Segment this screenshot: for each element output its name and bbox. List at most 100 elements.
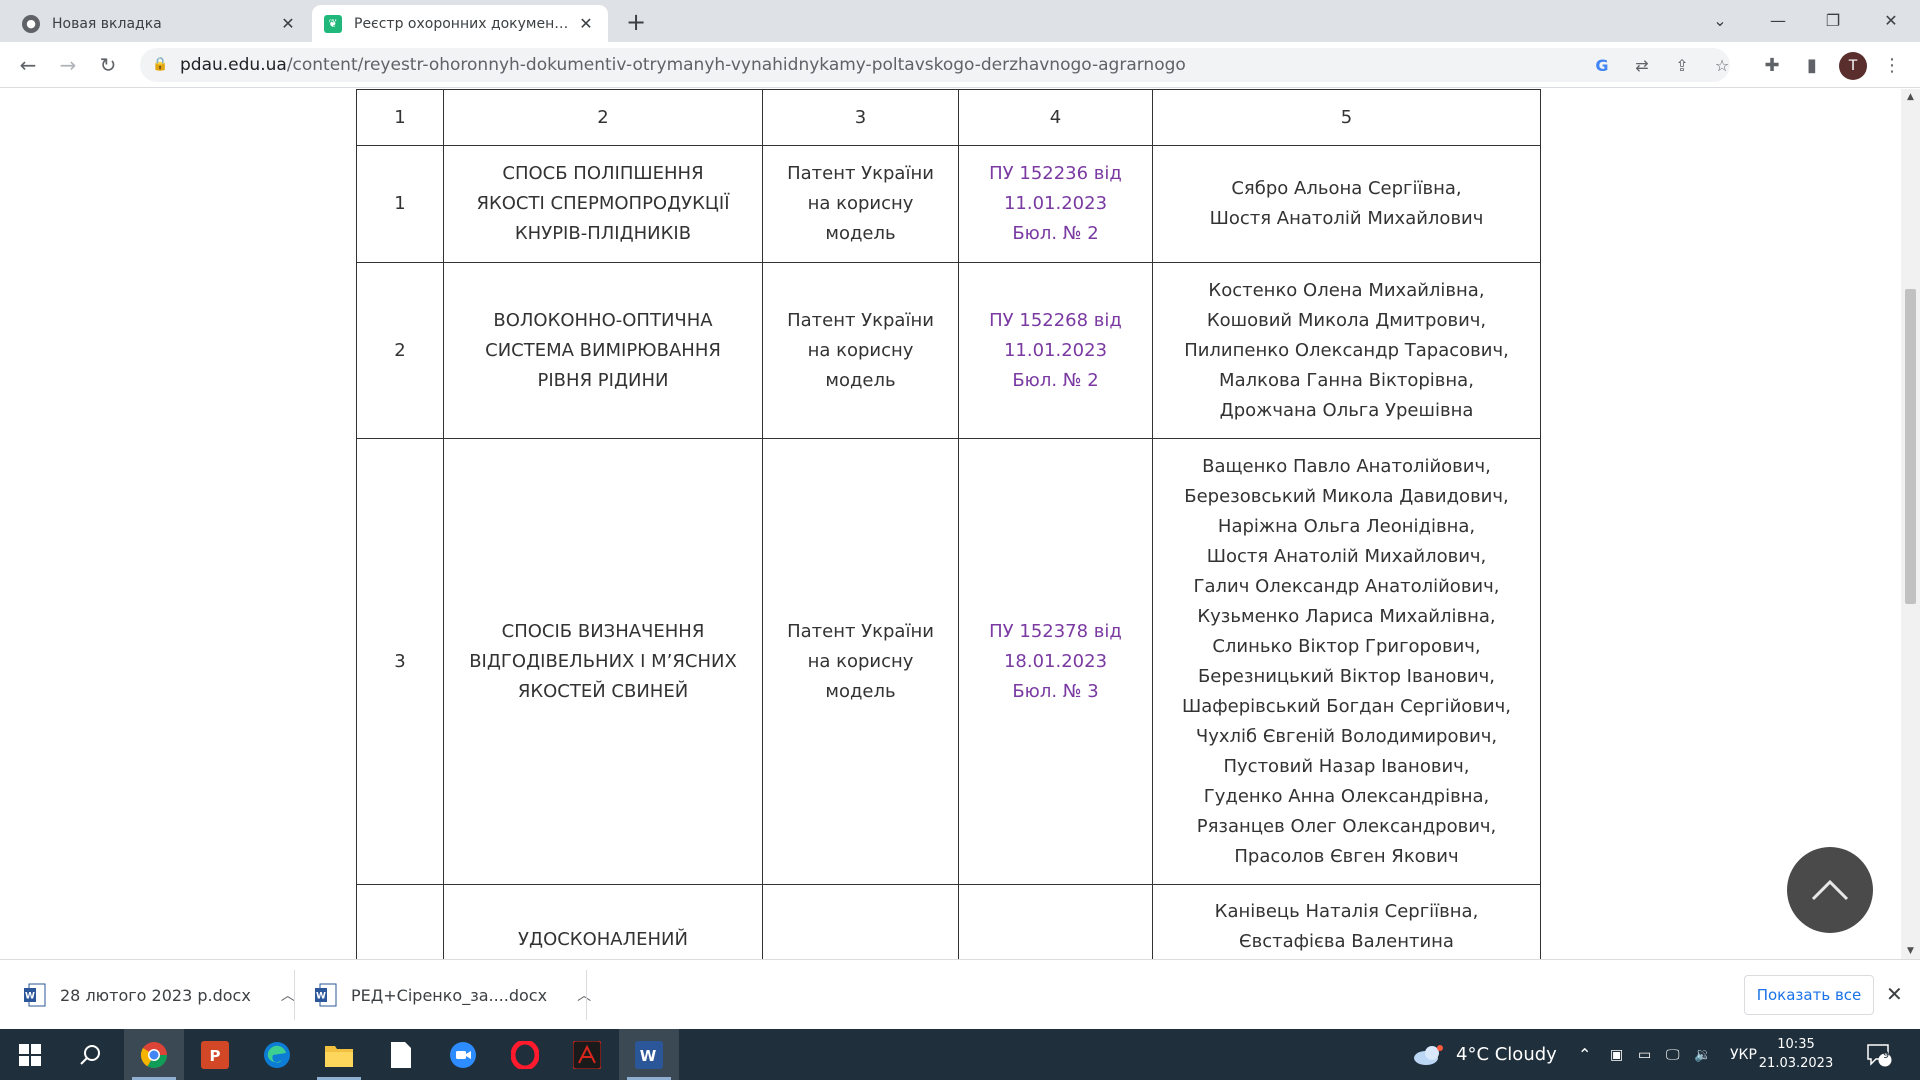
patent-number-link[interactable]: ПУ 152268 від 11.01.2023 Бюл. № 2 bbox=[958, 262, 1153, 439]
author-line: Євстафієва Валентина bbox=[1239, 931, 1454, 952]
url-path: /content/reyestr-ohoronnyh-dokumentiv-ot… bbox=[286, 55, 1186, 75]
forward-arrow-icon[interactable]: → bbox=[52, 49, 84, 81]
close-window-button[interactable]: ✕ bbox=[1866, 0, 1916, 40]
invention-title: СПОСІБ ВИЗНАЧЕННЯ ВІДГОДІВЕЛЬНИХ І М’ЯСНИ… bbox=[443, 438, 763, 885]
notepad-icon[interactable] bbox=[371, 1029, 431, 1080]
notifications-icon[interactable]: 9 bbox=[1866, 1029, 1892, 1080]
author-line: Кошовий Микола Дмитрович, bbox=[1206, 309, 1487, 331]
tab-search-chevron-icon[interactable]: ⌄ bbox=[1695, 0, 1745, 40]
close-downloads-icon[interactable]: ✕ bbox=[1886, 982, 1903, 1006]
column-number: 2 bbox=[443, 89, 763, 146]
download-item[interactable]: W РЕД+Сіренко_за....docx ︿ bbox=[315, 960, 591, 1030]
language-indicator[interactable]: УКР bbox=[1730, 1029, 1757, 1080]
scroll-to-top-button[interactable] bbox=[1787, 847, 1873, 933]
word-taskbar-icon[interactable]: W bbox=[619, 1029, 679, 1080]
file-explorer-icon[interactable] bbox=[309, 1029, 369, 1080]
chrome-icon: ● bbox=[22, 14, 40, 33]
back-arrow-icon[interactable]: ← bbox=[12, 49, 44, 81]
table-row: 1 СПОСБ ПОЛІПШЕННЯ ЯКОСТІ СПЕРМОПРОДУКЦІЇ… bbox=[356, 145, 1541, 263]
word-doc-icon: W bbox=[315, 983, 337, 1007]
close-tab-icon[interactable]: ✕ bbox=[576, 14, 596, 34]
profile-avatar[interactable]: T bbox=[1839, 52, 1867, 80]
new-tab-button[interactable]: + bbox=[622, 8, 650, 36]
doc-line: 11.01.2023 bbox=[1003, 339, 1108, 361]
tray-chevron-up-icon[interactable]: ⌃ bbox=[1578, 1029, 1591, 1080]
download-filename: 28 лютого 2023 р.docx bbox=[60, 985, 251, 1005]
address-bar[interactable]: 🔒 pdau.edu.ua/content/reyestr-ohoronnyh-… bbox=[140, 48, 1730, 82]
minimize-button[interactable]: — bbox=[1753, 0, 1803, 40]
search-icon[interactable] bbox=[60, 1029, 120, 1080]
tab-new-tab[interactable]: ● Новая вкладка ✕ bbox=[10, 5, 310, 42]
opera-icon[interactable] bbox=[495, 1029, 555, 1080]
download-item[interactable]: W 28 лютого 2023 р.docx ︿ bbox=[24, 960, 295, 1030]
notification-count: 9 bbox=[1882, 1050, 1890, 1061]
page-viewport: 1 2 3 4 5 1 СПОСБ ПОЛІПШЕННЯ ЯКОСТІ СПЕРМ… bbox=[0, 89, 1901, 959]
site-leaf-icon: ❦ bbox=[324, 14, 342, 33]
author-line: Шаферівський Богдан Сергійович, bbox=[1182, 695, 1511, 717]
patent-number-link bbox=[958, 884, 1153, 959]
svg-text:W: W bbox=[316, 992, 326, 1002]
acrobat-icon[interactable] bbox=[557, 1029, 617, 1080]
doc-line: 11.01.2023 bbox=[1003, 193, 1108, 214]
windows-start-icon[interactable] bbox=[0, 1029, 60, 1080]
tab-strip: ● Новая вкладка ✕ ❦ Реєстр охоронних док… bbox=[0, 0, 1920, 42]
author-line: Прасолов Євген Якович bbox=[1234, 845, 1459, 867]
battery-icon[interactable]: ▭ bbox=[1638, 1029, 1651, 1080]
network-icon[interactable]: 🖵 bbox=[1666, 1029, 1680, 1080]
side-panel-icon[interactable]: ▮ bbox=[1796, 49, 1828, 81]
doc-line: ПУ 152236 від bbox=[989, 163, 1122, 184]
magnifier-icon bbox=[80, 1044, 100, 1065]
clock[interactable]: 10:35 21.03.2023 bbox=[1756, 1035, 1836, 1073]
scroll-down-arrow-icon[interactable]: ▼ bbox=[1901, 943, 1920, 959]
authors: Канівець Наталія Сергіївна, Євстафієва Ва… bbox=[1152, 884, 1541, 959]
chevron-up-icon[interactable]: ︿ bbox=[281, 985, 295, 1005]
cloud-icon bbox=[1414, 1044, 1443, 1065]
type-line: на корисну bbox=[807, 650, 914, 672]
bookmark-star-icon[interactable]: ☆ bbox=[1706, 48, 1738, 82]
show-all-button[interactable]: Показать все bbox=[1744, 975, 1874, 1015]
close-tab-icon[interactable]: ✕ bbox=[278, 14, 298, 34]
svg-text:P: P bbox=[210, 1047, 221, 1065]
author-line: Пустовий Назар Іванович, bbox=[1223, 755, 1470, 777]
url-host: pdau.edu.ua bbox=[180, 55, 287, 75]
meet-icon[interactable]: ▣ bbox=[1610, 1029, 1623, 1080]
scrollbar-thumb[interactable] bbox=[1905, 289, 1916, 604]
doc-line: Бюл. № 2 bbox=[1012, 223, 1099, 244]
menu-kebab-icon[interactable]: ⋮ bbox=[1876, 49, 1908, 81]
row-number: 3 bbox=[356, 438, 444, 885]
weather-text: 4°C Cloudy bbox=[1456, 1044, 1557, 1065]
acrobat-logo-icon bbox=[573, 1040, 601, 1069]
patent-number-link[interactable]: ПУ 152236 від 11.01.2023 Бюл. № 2 bbox=[958, 145, 1153, 263]
folder-icon bbox=[325, 1045, 353, 1067]
chevron-up-icon[interactable]: ︿ bbox=[577, 985, 591, 1005]
table-row: 3 СПОСІБ ВИЗНАЧЕННЯ ВІДГОДІВЕЛЬНИХ І М’ЯС… bbox=[356, 438, 1541, 885]
page-scrollbar[interactable]: ▲ ▼ bbox=[1901, 89, 1920, 959]
weather-widget[interactable]: 4°C Cloudy bbox=[1412, 1029, 1557, 1080]
scroll-up-arrow-icon[interactable]: ▲ bbox=[1901, 89, 1920, 105]
zoom-icon[interactable] bbox=[433, 1029, 493, 1080]
patent-number-link[interactable]: ПУ 152378 від 18.01.2023 Бюл. № 3 bbox=[958, 438, 1153, 885]
reload-icon[interactable]: ↻ bbox=[92, 49, 124, 81]
author-line: Галич Олександр Анатолійович, bbox=[1193, 575, 1500, 597]
tab-title: Новая вкладка bbox=[52, 15, 162, 32]
author-line: Малкова Ганна Вікторівна, bbox=[1219, 369, 1474, 391]
translate-icon[interactable]: ⇄ bbox=[1626, 48, 1658, 82]
doc-line: Бюл. № 3 bbox=[1012, 680, 1099, 702]
volume-icon[interactable]: 🔉 bbox=[1694, 1029, 1711, 1080]
document-type: Патент України на корисну модель bbox=[762, 145, 959, 263]
google-lens-icon[interactable]: G bbox=[1586, 48, 1618, 82]
tab-registry[interactable]: ❦ Реєстр охоронних документів, о ✕ bbox=[312, 5, 608, 42]
chrome-taskbar-icon[interactable] bbox=[124, 1029, 184, 1080]
powerpoint-icon[interactable]: P bbox=[185, 1029, 245, 1080]
svg-text:W: W bbox=[640, 1047, 657, 1065]
share-icon[interactable]: ⇪ bbox=[1666, 48, 1698, 82]
title-line: СИСТЕМА ВИМІРЮВАННЯ bbox=[485, 339, 721, 361]
extensions-puzzle-icon[interactable]: ✚ bbox=[1756, 49, 1788, 81]
download-filename: РЕД+Сіренко_за....docx bbox=[351, 985, 548, 1005]
author-line: Березницький Віктор Іванович, bbox=[1197, 665, 1496, 687]
edge-icon[interactable] bbox=[247, 1029, 307, 1080]
powerpoint-logo-icon: P bbox=[201, 1040, 229, 1069]
author-line: Слинько Віктор Григорович, bbox=[1212, 635, 1481, 657]
author-line: Канівець Наталія Сергіївна, bbox=[1214, 901, 1479, 922]
restore-button[interactable]: ❐ bbox=[1808, 0, 1858, 40]
